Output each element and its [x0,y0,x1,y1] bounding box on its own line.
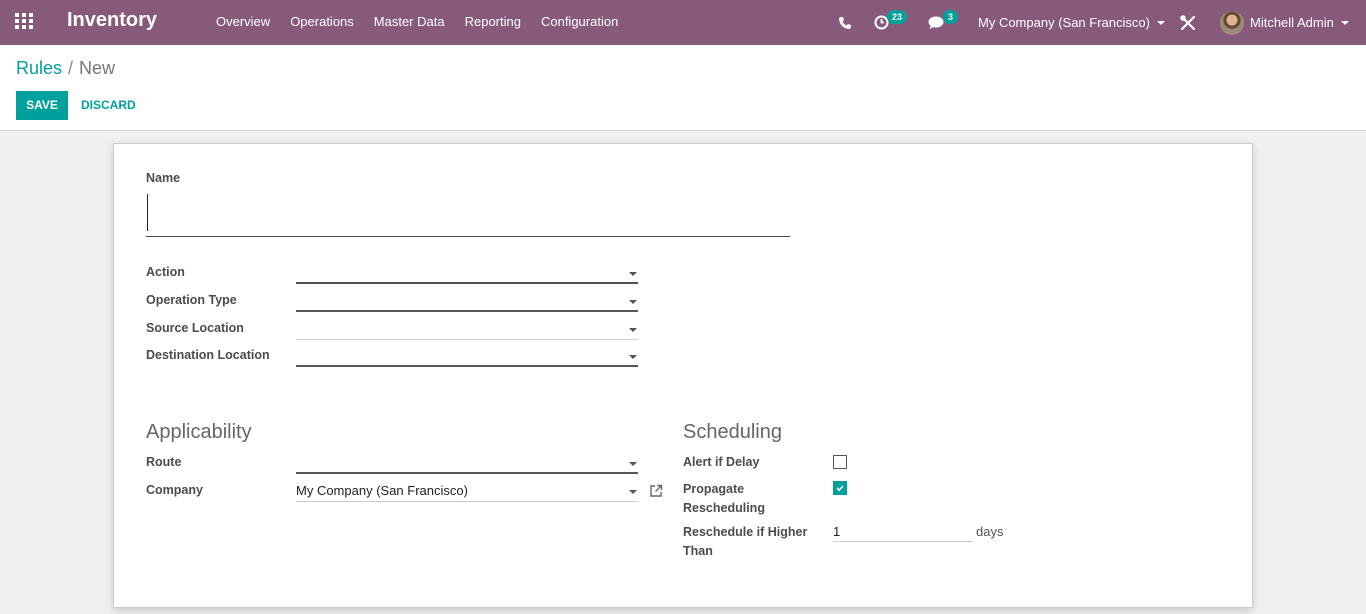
propagate-label-line1: Propagate [683,482,745,496]
messages-button[interactable]: 3 [928,0,959,45]
reschedule-label-line2: Than [683,544,713,558]
route-label: Route [146,455,182,469]
company-value: My Company (San Francisco) [296,483,468,498]
propagate-label-line2: Rescheduling [683,501,765,515]
save-button[interactable]: SAVE [16,91,68,120]
dropdown-arrow-icon [629,272,637,276]
scheduling-title: Scheduling [683,421,782,443]
form-sheet: Name Action Operation Type Source Locati… [113,143,1253,608]
discard-button[interactable]: DISCARD [74,91,143,120]
breadcrumb: Rules / New [16,58,115,79]
applicability-title: Applicability [146,421,252,443]
avatar [1220,10,1244,35]
reschedule-if-higher-label: Reschedule if Higher Than [683,523,807,561]
alert-if-delay-checkbox[interactable] [833,455,847,469]
menu-operations[interactable]: Operations [280,0,364,45]
menu-overview[interactable]: Overview [206,0,280,45]
phone-icon[interactable] [838,0,852,45]
chevron-down-icon [1156,20,1165,25]
dropdown-arrow-icon [629,300,637,304]
activity-count-badge: 23 [887,9,908,24]
dropdown-arrow-icon [629,328,637,332]
dropdown-arrow-icon [629,462,637,466]
dropdown-arrow-icon [629,355,637,359]
debug-tools-icon[interactable] [1180,0,1196,45]
source-location-select[interactable] [296,318,638,340]
user-name: Mitchell Admin [1250,15,1334,30]
destination-location-select[interactable] [296,345,638,367]
app-brand[interactable]: Inventory [67,9,157,32]
main-menu: Overview Operations Master Data Reportin… [206,0,628,45]
alert-if-delay-label: Alert if Delay [683,455,760,469]
external-link-icon[interactable] [649,484,663,498]
chevron-down-icon [1340,20,1349,25]
route-select[interactable] [296,452,638,474]
checkmark-icon [836,485,844,492]
reschedule-label-line1: Reschedule if Higher [683,525,808,539]
company-name: My Company (San Francisco) [978,15,1150,30]
text-cursor [147,194,148,231]
source-location-label: Source Location [146,321,244,335]
breadcrumb-current: New [79,58,116,78]
destination-location-label: Destination Location [146,348,270,362]
company-switcher[interactable]: My Company (San Francisco) [978,0,1165,45]
operation-type-label: Operation Type [146,293,237,307]
message-count-badge: 3 [943,9,959,24]
breadcrumb-rules-link[interactable]: Rules [16,58,62,78]
propagate-rescheduling-label: Propagate Rescheduling [683,480,765,518]
days-unit-label: days [976,524,1004,539]
name-input[interactable] [146,194,790,237]
company-label: Company [146,483,203,497]
menu-reporting[interactable]: Reporting [455,0,531,45]
company-select[interactable]: My Company (San Francisco) [296,480,638,502]
action-select[interactable] [296,262,638,284]
reschedule-days-input[interactable]: 1 [833,522,973,542]
name-label: Name [146,171,181,185]
activity-button[interactable]: 23 [874,0,908,45]
user-menu[interactable]: Mitchell Admin [1220,0,1349,45]
action-label: Action [146,265,185,279]
top-navbar: Inventory Overview Operations Master Dat… [0,0,1366,45]
dropdown-arrow-icon [629,490,637,494]
control-panel: Rules / New SAVE DISCARD [0,45,1366,131]
propagate-rescheduling-checkbox[interactable] [833,481,847,495]
menu-configuration[interactable]: Configuration [531,0,628,45]
apps-menu-icon[interactable] [15,13,35,31]
breadcrumb-separator: / [68,58,74,78]
menu-master-data[interactable]: Master Data [364,0,455,45]
operation-type-select[interactable] [296,290,638,312]
